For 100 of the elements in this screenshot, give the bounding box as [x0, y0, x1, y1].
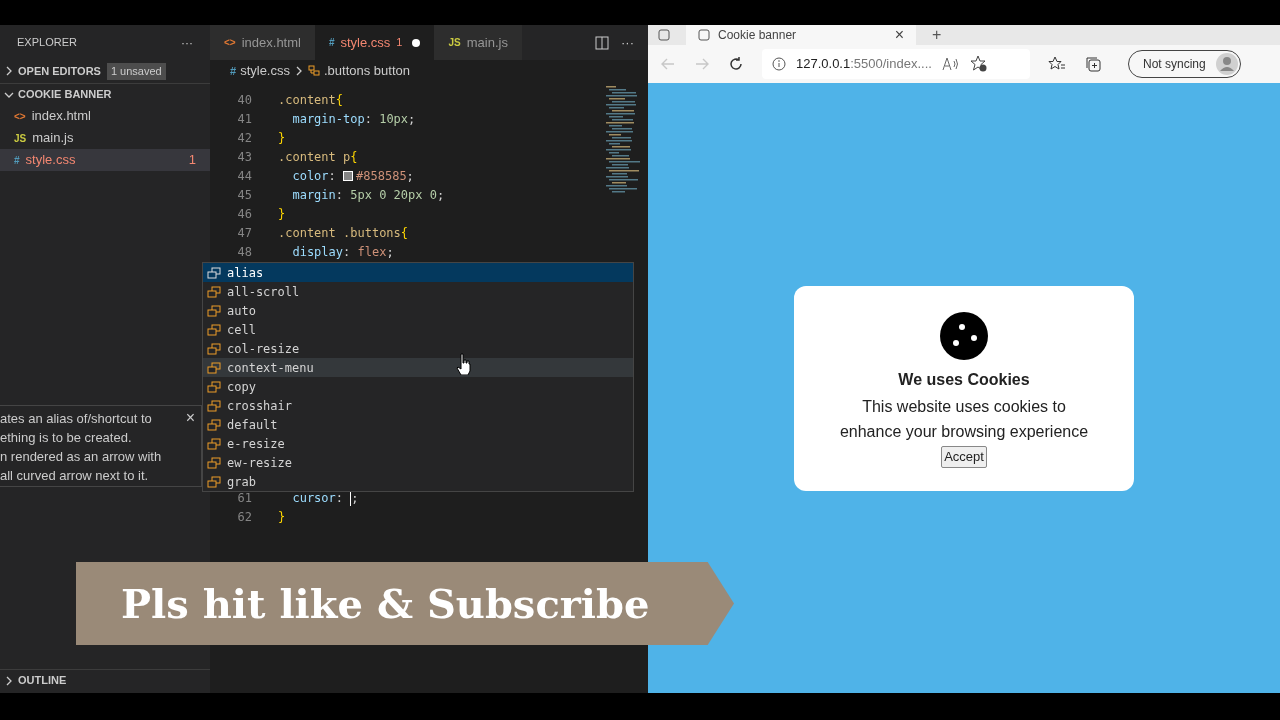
doc-text: n rendered as an arrow with	[0, 448, 162, 466]
file-name: main.js	[32, 129, 74, 148]
line-number: 47	[236, 224, 253, 242]
close-tab-button[interactable]: ×	[894, 27, 904, 43]
doc-text: ates an alias of/shortcut to	[0, 410, 153, 428]
more-actions-button[interactable]: ···	[621, 32, 634, 53]
code-line: }	[278, 508, 286, 526]
suggestion-item[interactable]: col-resize	[203, 339, 633, 358]
symbol-icon	[307, 65, 320, 77]
info-icon[interactable]	[772, 57, 786, 71]
value-icon	[207, 342, 221, 355]
value-icon	[207, 475, 221, 488]
problem-count: 1	[188, 151, 196, 170]
line-number: 44	[236, 167, 253, 185]
browser-tab[interactable]: Cookie banner ×	[686, 25, 916, 45]
suggestion-item[interactable]: all-scroll	[203, 282, 633, 301]
line-number: 48	[236, 243, 253, 261]
value-icon	[207, 456, 221, 469]
value-icon	[207, 399, 221, 412]
code-line: display: flex;	[291, 243, 394, 261]
line-number: 42	[236, 129, 253, 147]
doc-text: ething is to be created.	[0, 429, 133, 447]
add-favorite-icon[interactable]	[969, 55, 988, 73]
code-line: margin: 5px 0 20px 0;	[291, 186, 445, 204]
suggestion-item[interactable]: e-resize	[203, 434, 633, 453]
value-icon	[207, 380, 221, 393]
value-icon	[207, 323, 221, 336]
tab-actions-icon[interactable]	[658, 29, 670, 41]
folder-header[interactable]: COOKIE BANNER	[0, 83, 210, 105]
card-title: We uses Cookies	[898, 369, 1030, 390]
value-icon	[207, 361, 221, 374]
line-number: 46	[236, 205, 253, 223]
file-type-icon: JS	[448, 35, 461, 50]
code-line: }	[278, 129, 286, 147]
hand-cursor-icon	[456, 353, 472, 375]
doc-text: all curved arrow next to it.	[0, 467, 150, 485]
file-type-icon: JS	[14, 130, 27, 146]
suggestion-item[interactable]: default	[203, 415, 633, 434]
suggestion-item[interactable]: cell	[203, 320, 633, 339]
code-line: }	[278, 205, 286, 223]
color-swatch[interactable]	[343, 170, 354, 181]
suggestion-item[interactable]: auto	[203, 301, 633, 320]
file-type-icon: #	[14, 152, 20, 168]
editor-tab[interactable]: JS main.js	[434, 25, 522, 60]
breadcrumb-item[interactable]: style.css	[240, 61, 290, 81]
card-text: enhance your browsing experience	[839, 421, 1089, 442]
line-number: 61	[236, 489, 253, 507]
new-tab-icon[interactable]: +	[932, 27, 942, 43]
avatar-icon	[1215, 53, 1238, 75]
read-aloud-icon[interactable]	[941, 57, 960, 71]
favorites-icon[interactable]	[1048, 56, 1066, 72]
problem-count: 1	[396, 35, 403, 51]
close-button[interactable]: ×	[185, 406, 201, 486]
value-icon	[207, 437, 221, 450]
file-name: style.css	[25, 151, 76, 170]
cookie-icon	[940, 311, 988, 360]
value-icon	[207, 418, 221, 431]
url-text: 127.0.0.1:5500/index....	[796, 55, 932, 74]
section-header[interactable]: OPEN EDITORS 1 unsaved	[0, 60, 210, 82]
accept-button[interactable]: Accept	[941, 445, 987, 468]
refresh-icon[interactable]	[728, 56, 744, 72]
subscribe-banner: Pls hit like & Subscribe	[76, 562, 734, 645]
section-header[interactable]: OUTLINE	[0, 669, 210, 691]
file-item[interactable]: <> index.html	[0, 105, 210, 127]
file-type-icon: <>	[224, 35, 236, 50]
file-type-icon: #	[230, 62, 237, 80]
suggestion-item[interactable]: grab	[203, 472, 633, 491]
file-type-icon: <>	[14, 108, 26, 124]
suggestion-item[interactable]: context-menu	[203, 358, 633, 377]
card-text: This website uses cookies to	[862, 396, 1066, 417]
file-type-icon: #	[328, 35, 335, 50]
code-line: margin-top: 10px;	[291, 110, 416, 128]
line-number: 41	[236, 110, 253, 128]
split-editor-icon[interactable]	[595, 35, 609, 50]
suggestion-item[interactable]: alias	[203, 263, 633, 282]
file-item[interactable]: # style.css 1	[0, 149, 210, 171]
editor-tab[interactable]: # style.css 1	[314, 25, 435, 60]
value-icon	[207, 285, 221, 298]
line-number: 43	[236, 148, 253, 166]
suggestion-item[interactable]: crosshair	[203, 396, 633, 415]
address-bar[interactable]: 127.0.0.1:5500/index....	[762, 49, 1030, 79]
code-line: cursor: ;	[291, 489, 359, 507]
value-icon	[207, 304, 221, 317]
collections-icon[interactable]	[1084, 55, 1102, 73]
line-number: 62	[236, 508, 253, 526]
panel-title: EXPLORER	[17, 35, 77, 51]
line-number: 40	[236, 91, 253, 109]
value-icon	[207, 266, 221, 279]
code-line: .content p{	[278, 148, 358, 166]
suggestion-item[interactable]: ew-resize	[203, 453, 633, 472]
editor-tab[interactable]: <> index.html	[210, 25, 315, 60]
suggestion-item[interactable]: copy	[203, 377, 633, 396]
file-item[interactable]: JS main.js	[0, 127, 210, 149]
code-line: .content{	[278, 91, 344, 109]
more-actions-button[interactable]: ···	[181, 33, 193, 52]
code-line: color: #858585;	[291, 167, 414, 185]
line-number: 45	[236, 186, 253, 204]
chevron-right-icon	[4, 66, 14, 76]
chevron-right-icon	[4, 675, 14, 686]
breadcrumb-item[interactable]: .buttons button	[323, 61, 410, 81]
